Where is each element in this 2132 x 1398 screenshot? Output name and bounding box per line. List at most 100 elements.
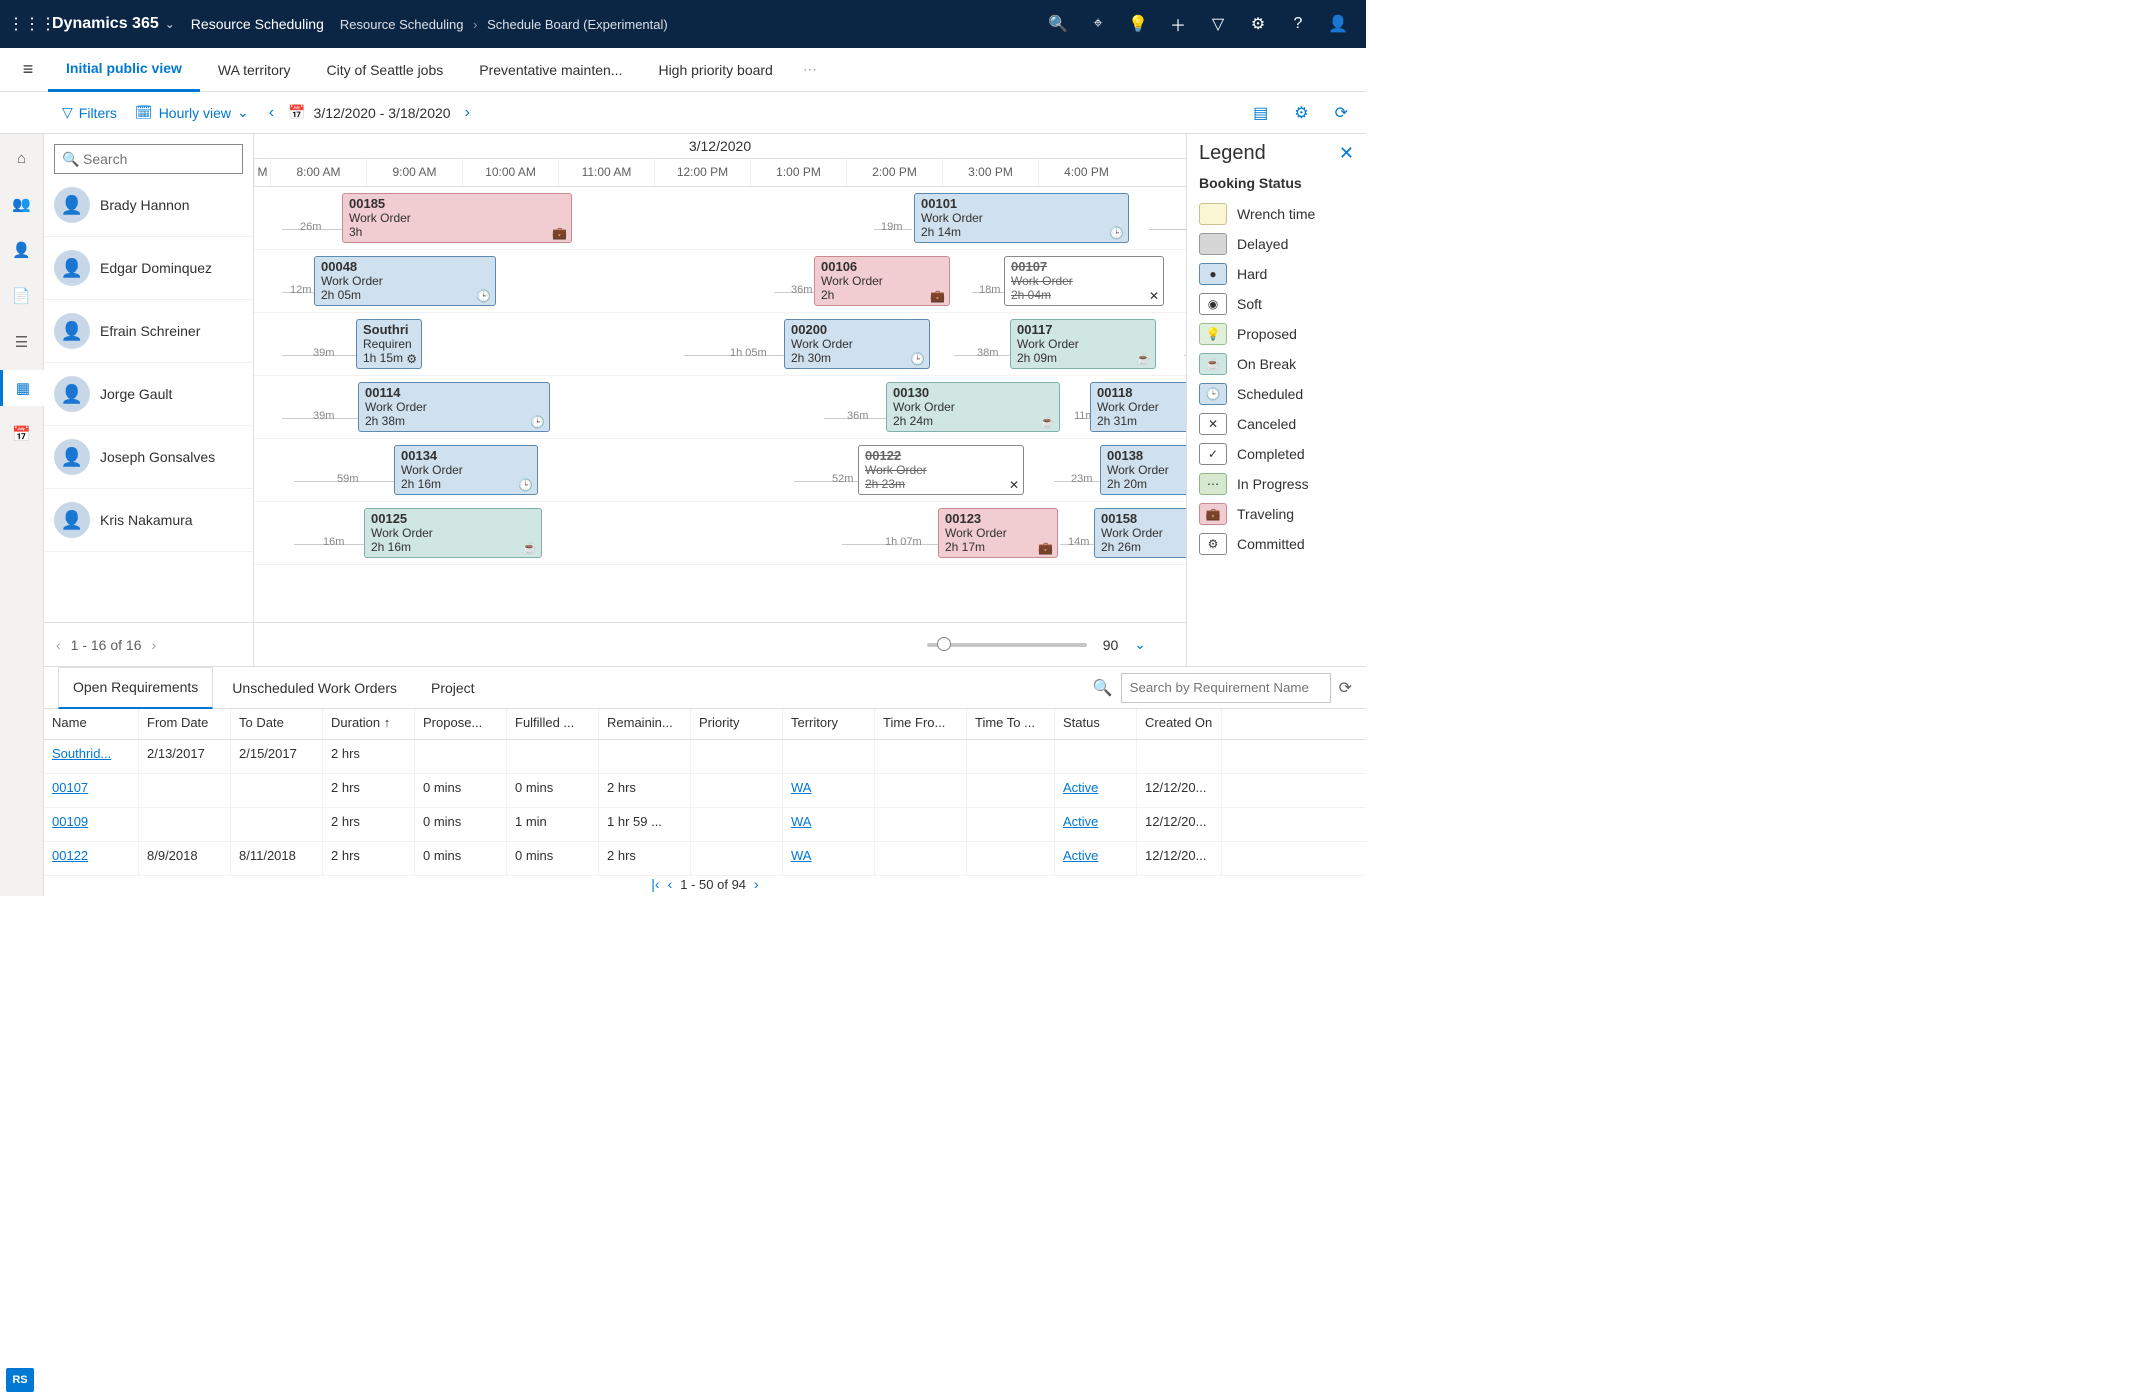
req-next-icon[interactable]: ›: [754, 876, 759, 892]
tab-4[interactable]: High priority board: [640, 48, 790, 92]
req-name-link[interactable]: Southrid...: [52, 746, 111, 761]
booking[interactable]: 00200Work Order2h 30m🕒: [784, 319, 930, 369]
legend-close-icon[interactable]: ✕: [1339, 143, 1354, 164]
booking[interactable]: 00117Work Order2h 09m☕: [1010, 319, 1156, 369]
btab-0[interactable]: Open Requirements: [58, 667, 213, 709]
tab-0[interactable]: Initial public view: [48, 48, 200, 92]
settings-icon[interactable]: ⚙: [1238, 0, 1278, 48]
resource-row[interactable]: 👤Edgar Dominquez: [44, 237, 253, 300]
status-link[interactable]: Active: [1063, 814, 1098, 829]
territory-link[interactable]: WA: [791, 848, 811, 863]
booking[interactable]: 00125Work Order2h 16m☕: [364, 508, 542, 558]
req-search-icon[interactable]: 🔍: [1093, 678, 1113, 698]
refresh-icon[interactable]: ⟳: [1325, 99, 1358, 127]
view-dropdown[interactable]: 🗓Hourly view⌄: [129, 100, 255, 125]
list-view-icon[interactable]: ▤: [1243, 99, 1278, 127]
req-first-icon[interactable]: |‹: [651, 876, 659, 892]
resource-next-icon[interactable]: ›: [152, 637, 157, 653]
board-settings-icon[interactable]: ⚙: [1284, 99, 1318, 127]
rail-doc-icon[interactable]: 📄: [0, 278, 44, 314]
status-link[interactable]: Active: [1063, 848, 1098, 863]
rail-list-icon[interactable]: ☰: [0, 324, 44, 360]
btab-1[interactable]: Unscheduled Work Orders: [217, 667, 412, 709]
app-launcher-icon[interactable]: ⋮⋮⋮: [8, 14, 48, 34]
booking[interactable]: SouthriRequiren1h 15m⚙: [356, 319, 422, 369]
resource-row[interactable]: 👤Kris Nakamura: [44, 489, 253, 552]
booking[interactable]: 00106Work Order2h💼: [814, 256, 950, 306]
rail-people-icon[interactable]: 👥: [0, 186, 44, 222]
booking[interactable]: 00122Work Order2h 23m✕: [858, 445, 1024, 495]
next-date-icon[interactable]: ›: [457, 100, 478, 126]
col-header[interactable]: Priority: [691, 709, 783, 739]
territory-link[interactable]: WA: [791, 780, 811, 795]
col-header[interactable]: Created On: [1137, 709, 1222, 739]
req-name-link[interactable]: 00122: [52, 848, 88, 863]
col-header[interactable]: To Date: [231, 709, 323, 739]
booking[interactable]: 00118Work Order2h 31m🕒: [1090, 382, 1186, 432]
btab-2[interactable]: Project: [416, 667, 490, 709]
sidebar-toggle-icon[interactable]: ≡: [8, 59, 48, 80]
prev-date-icon[interactable]: ‹: [261, 100, 282, 126]
table-row[interactable]: Southrid... 2/13/2017 2/15/2017 2 hrs: [44, 740, 1366, 774]
tab-2[interactable]: City of Seattle jobs: [309, 48, 462, 92]
status-link[interactable]: Active: [1063, 780, 1098, 795]
req-name-link[interactable]: 00107: [52, 780, 88, 795]
breadcrumb-0[interactable]: Resource Scheduling: [340, 17, 464, 32]
tab-more-icon[interactable]: ⋯: [791, 61, 829, 78]
zoom-slider[interactable]: [927, 643, 1087, 647]
rs-badge[interactable]: RS: [6, 1368, 34, 1392]
territory-link[interactable]: WA: [791, 814, 811, 829]
tab-1[interactable]: WA territory: [200, 48, 309, 92]
rail-home-icon[interactable]: ⌂: [0, 140, 44, 176]
resource-prev-icon[interactable]: ‹: [56, 637, 61, 653]
booking[interactable]: 00107Work Order2h 04m✕: [1004, 256, 1164, 306]
booking[interactable]: 00101Work Order2h 14m🕒: [914, 193, 1129, 243]
task-icon[interactable]: ⌖: [1078, 0, 1118, 48]
col-header[interactable]: From Date: [139, 709, 231, 739]
help-icon[interactable]: ?: [1278, 0, 1318, 48]
rail-gantt-icon[interactable]: ▦: [0, 370, 44, 406]
col-header[interactable]: Remainin...: [599, 709, 691, 739]
booking[interactable]: 00114Work Order2h 38m🕒: [358, 382, 550, 432]
col-header[interactable]: Status: [1055, 709, 1137, 739]
col-header[interactable]: Territory: [783, 709, 875, 739]
filter-icon[interactable]: ▽: [1198, 0, 1238, 48]
table-row[interactable]: 00109 2 hrs 0 mins 1 min 1 hr 59 ... WA …: [44, 808, 1366, 842]
resource-search-input[interactable]: [54, 144, 243, 174]
booking[interactable]: 00185Work Order3h💼: [342, 193, 572, 243]
rail-person-icon[interactable]: 👤: [0, 232, 44, 268]
col-header[interactable]: Time Fro...: [875, 709, 967, 739]
zoom-chevron-icon[interactable]: ⌄: [1134, 636, 1146, 653]
breadcrumb-1[interactable]: Schedule Board (Experimental): [487, 17, 668, 32]
date-range[interactable]: 📅3/12/2020 - 3/18/2020: [288, 104, 450, 121]
search-icon[interactable]: 🔍: [1038, 0, 1078, 48]
plus-icon[interactable]: ＋: [1158, 0, 1198, 48]
col-header[interactable]: Fulfilled ...: [507, 709, 599, 739]
resource-row[interactable]: 👤Efrain Schreiner: [44, 300, 253, 363]
table-row[interactable]: 00107 2 hrs 0 mins 0 mins 2 hrs WA Activ…: [44, 774, 1366, 808]
resource-row[interactable]: 👤Joseph Gonsalves: [44, 426, 253, 489]
table-row[interactable]: 00122 8/9/2018 8/11/2018 2 hrs 0 mins 0 …: [44, 842, 1366, 876]
booking[interactable]: 00048Work Order2h 05m🕒: [314, 256, 496, 306]
col-header[interactable]: Propose...: [415, 709, 507, 739]
lightbulb-icon[interactable]: 💡: [1118, 0, 1158, 48]
col-header[interactable]: Time To ...: [967, 709, 1055, 739]
booking[interactable]: 00134Work Order2h 16m🕒: [394, 445, 538, 495]
user-icon[interactable]: 👤: [1318, 0, 1358, 48]
col-header[interactable]: Duration ↑: [323, 709, 415, 739]
tab-3[interactable]: Preventative mainten...: [461, 48, 640, 92]
req-refresh-icon[interactable]: ⟳: [1339, 678, 1352, 698]
req-name-link[interactable]: 00109: [52, 814, 88, 829]
brand-chevron-icon[interactable]: ⌄: [165, 17, 175, 31]
resource-row[interactable]: 👤Brady Hannon: [44, 174, 253, 237]
booking[interactable]: 00123Work Order2h 17m💼: [938, 508, 1058, 558]
booking[interactable]: 00158Work Order2h 26m🕒: [1094, 508, 1186, 558]
req-prev-icon[interactable]: ‹: [668, 876, 673, 892]
filters-button[interactable]: ▽Filters: [56, 100, 123, 125]
req-search-input[interactable]: [1121, 673, 1331, 703]
resource-row[interactable]: 👤Jorge Gault: [44, 363, 253, 426]
booking[interactable]: 00138Work Order2h 20m🕒: [1100, 445, 1186, 495]
booking[interactable]: 00130Work Order2h 24m☕: [886, 382, 1060, 432]
col-header[interactable]: Name: [44, 709, 139, 739]
rail-calendar-icon[interactable]: 📅: [0, 416, 44, 452]
